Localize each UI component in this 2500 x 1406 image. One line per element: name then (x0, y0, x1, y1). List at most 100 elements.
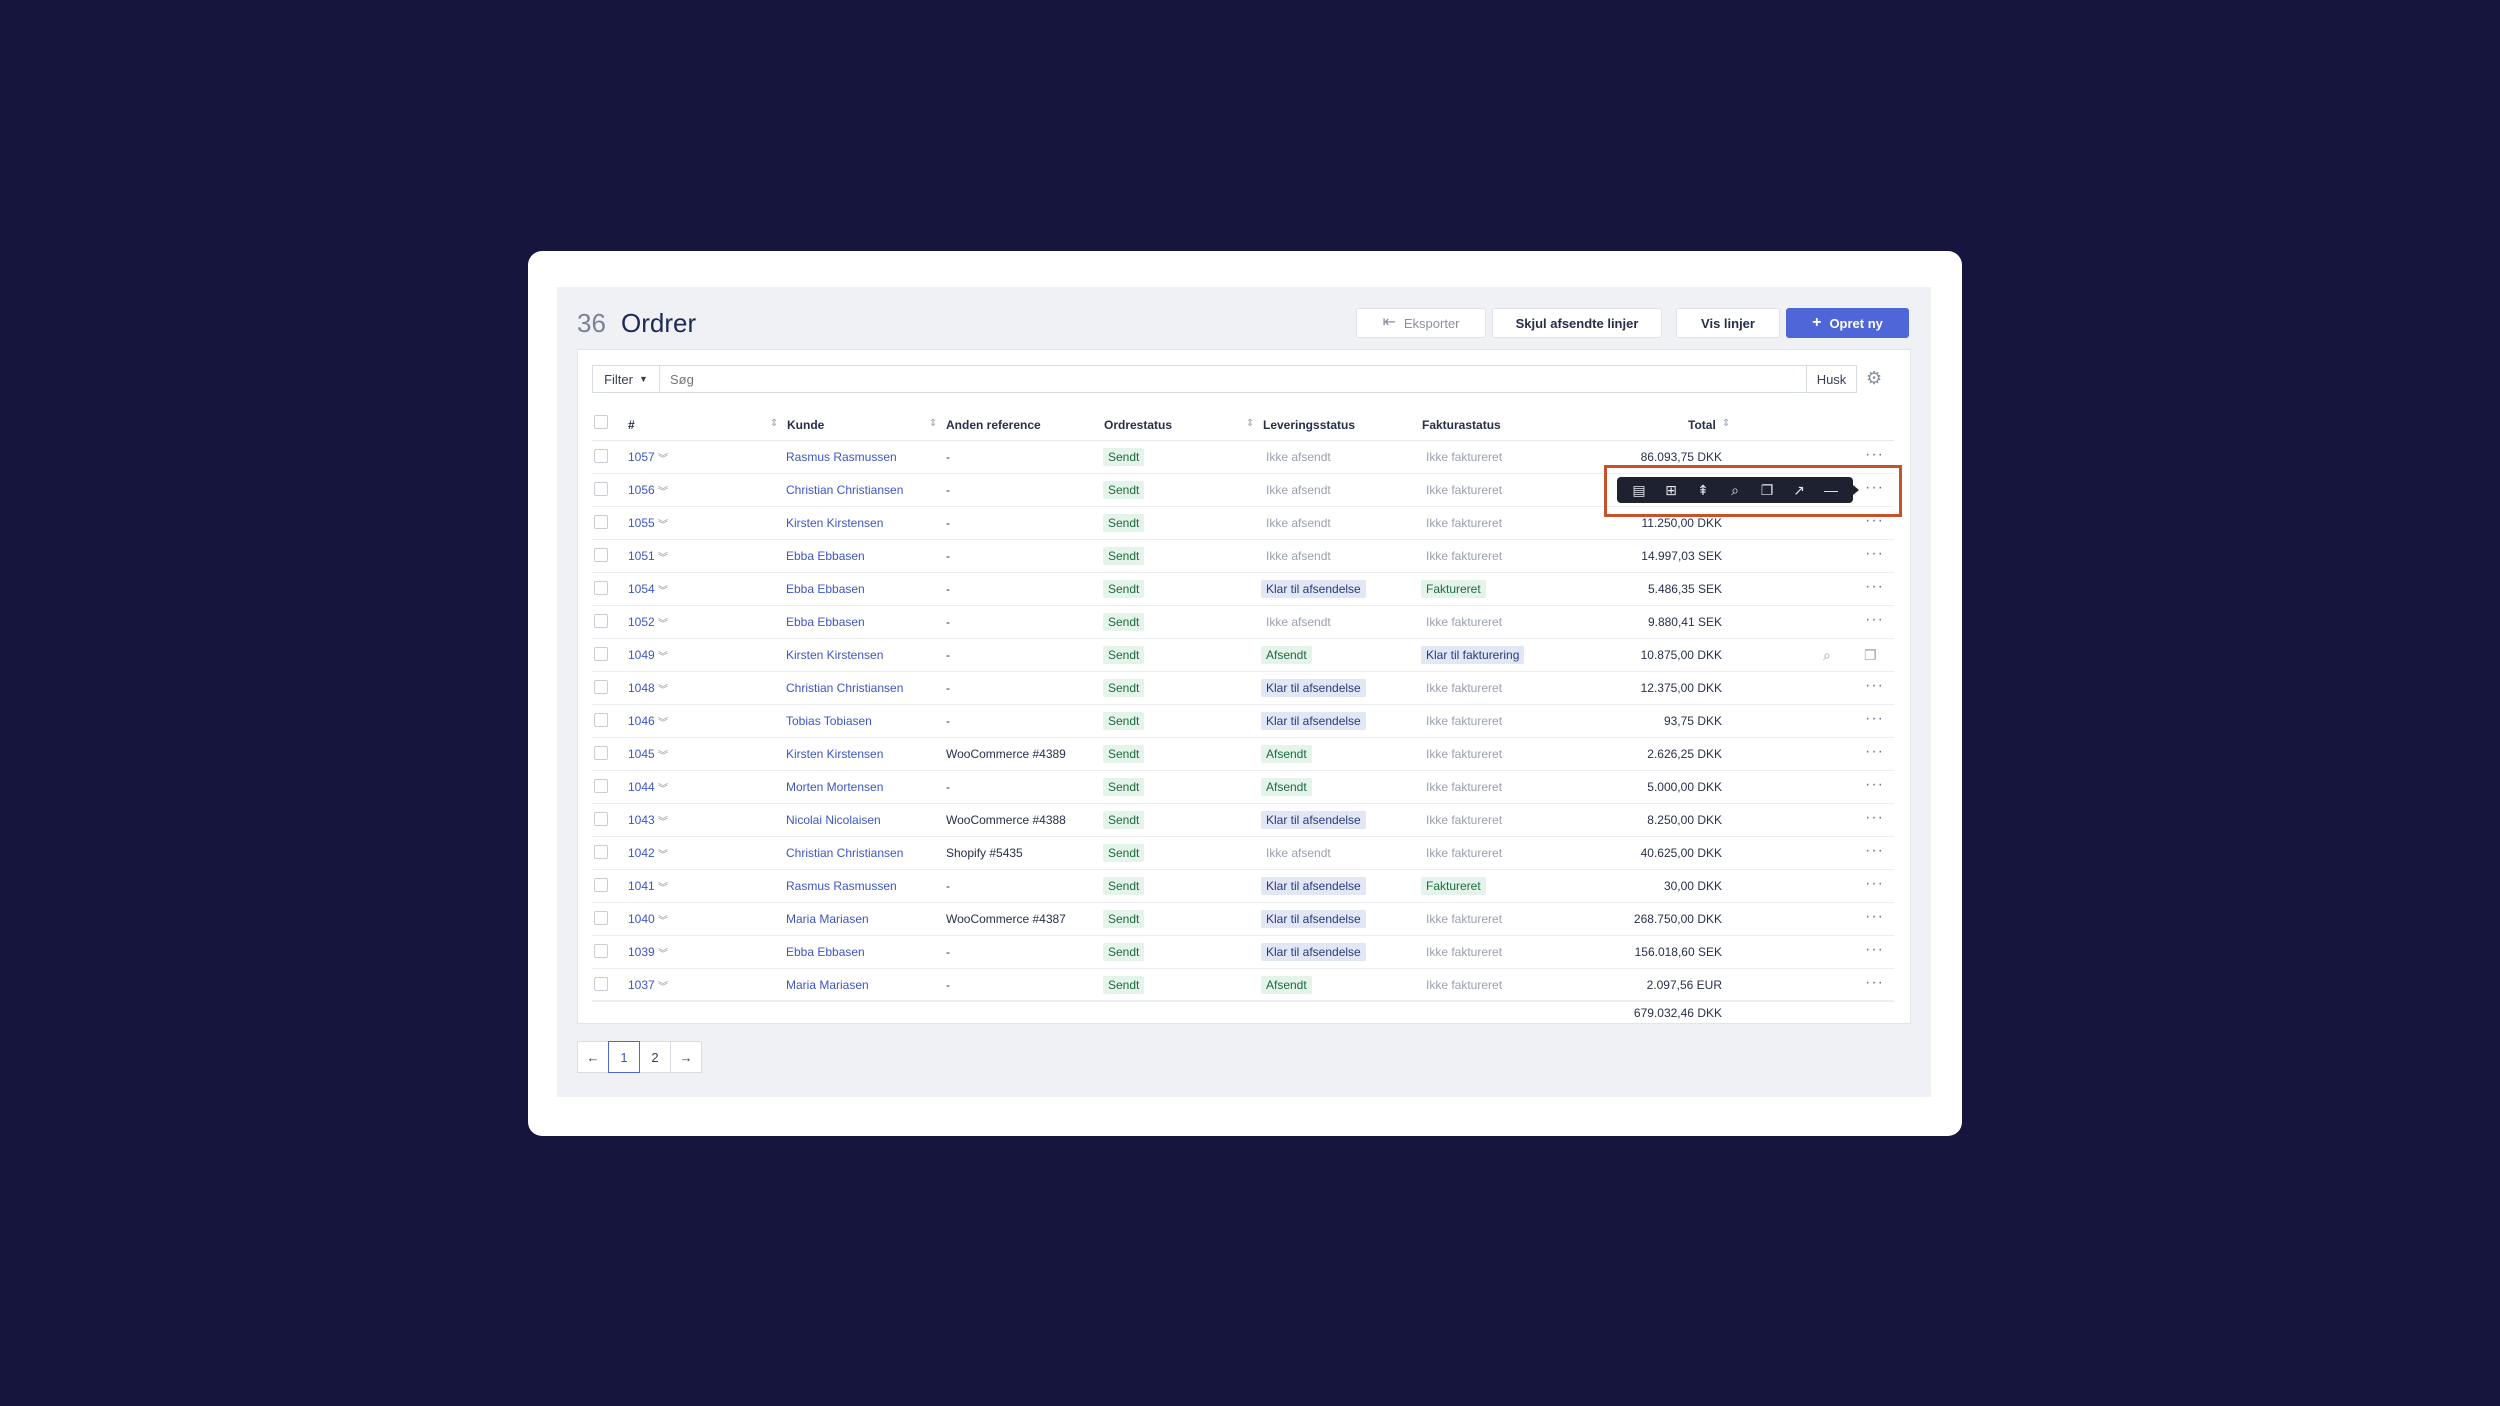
row-checkbox[interactable] (594, 680, 608, 694)
row-checkbox[interactable] (594, 977, 608, 991)
filter-dropdown[interactable]: Filter ▼ (592, 365, 660, 393)
customer-link[interactable]: Tobias Tobiasen (786, 714, 872, 728)
customer-link[interactable]: Ebba Ebbasen (786, 945, 865, 959)
more-options-icon[interactable]: ··· (1865, 578, 1884, 596)
next-page-button[interactable]: → (670, 1041, 702, 1073)
export-button[interactable]: ⇤ Eksporter (1356, 308, 1486, 338)
chevron-double-down-icon[interactable]: ︾ (658, 516, 668, 531)
row-checkbox[interactable] (594, 746, 608, 760)
order-number-link[interactable]: 1054 (628, 582, 655, 596)
more-options-icon[interactable]: ··· (1865, 908, 1884, 926)
more-options-icon[interactable]: ··· (1865, 974, 1884, 992)
table-row[interactable]: 1052 ︾ Ebba Ebbasen - Sendt Ikke afsendt Ikke … (592, 606, 1894, 639)
table-row[interactable]: 1049 ︾ Kirsten Kirstensen - Sendt Afsendt Klar… (592, 639, 1894, 672)
sort-icon[interactable]: ⇕ (1246, 418, 1254, 429)
column-number[interactable]: # (628, 418, 635, 432)
order-number-link[interactable]: 1052 (628, 615, 655, 629)
customer-link[interactable]: Morten Mortensen (786, 780, 883, 794)
more-options-icon[interactable]: ··· (1865, 611, 1884, 629)
create-new-button[interactable]: + Opret ny (1786, 308, 1909, 338)
customer-link[interactable]: Kirsten Kirstensen (786, 648, 883, 662)
chevron-double-down-icon[interactable]: ︾ (658, 483, 668, 498)
row-checkbox[interactable] (594, 845, 608, 859)
row-checkbox[interactable] (594, 482, 608, 496)
order-number-link[interactable]: 1043 (628, 813, 655, 827)
show-lines-button[interactable]: Vis linjer (1676, 308, 1780, 338)
chevron-double-down-icon[interactable]: ︾ (658, 450, 668, 465)
row-checkbox[interactable] (594, 779, 608, 793)
hide-sent-lines-button[interactable]: Skjul afsendte linjer (1492, 308, 1662, 338)
more-options-icon[interactable]: ··· (1865, 941, 1884, 959)
chevron-double-down-icon[interactable]: ︾ (658, 945, 668, 960)
page-2-button[interactable]: 2 (639, 1041, 671, 1073)
table-row[interactable]: 1048 ︾ Christian Christiansen - Sendt Klar ti… (592, 672, 1894, 705)
table-row[interactable]: 1045 ︾ Kirsten Kirstensen WooCommerce #4389… (592, 738, 1894, 771)
table-row[interactable]: 1037 ︾ Maria Mariasen - Sendt Afsendt Ikke fak… (592, 969, 1894, 1002)
row-checkbox[interactable] (594, 449, 608, 463)
gear-icon[interactable]: ⚙ (1866, 369, 1882, 387)
customer-link[interactable]: Ebba Ebbasen (786, 615, 865, 629)
customer-link[interactable]: Christian Christiansen (786, 483, 903, 497)
customer-link[interactable]: Nicolai Nicolaisen (786, 813, 881, 827)
chevron-double-down-icon[interactable]: ︾ (658, 978, 668, 993)
column-delivery-status[interactable]: Leveringsstatus (1263, 418, 1355, 432)
chevron-double-down-icon[interactable]: ︾ (658, 648, 668, 663)
customer-link[interactable]: Christian Christiansen (786, 681, 903, 695)
customer-link[interactable]: Maria Mariasen (786, 978, 869, 992)
customer-link[interactable]: Ebba Ebbasen (786, 582, 865, 596)
customer-link[interactable]: Maria Mariasen (786, 912, 869, 926)
prev-page-button[interactable]: ← (577, 1041, 609, 1073)
table-row[interactable]: 1042 ︾ Christian Christiansen Shopify #5435… (592, 837, 1894, 870)
more-options-icon[interactable]: ··· (1865, 743, 1884, 761)
column-total[interactable]: Total (1688, 418, 1716, 432)
row-checkbox[interactable] (594, 515, 608, 529)
search-doc-icon[interactable]: ⌕ (1823, 647, 1831, 664)
column-reference[interactable]: Anden reference (946, 418, 1041, 432)
order-number-link[interactable]: 1037 (628, 978, 655, 992)
row-checkbox[interactable] (594, 713, 608, 727)
chevron-double-down-icon[interactable]: ︾ (658, 780, 668, 795)
more-options-icon[interactable]: ··· (1865, 809, 1884, 827)
more-options-icon[interactable]: ··· (1865, 446, 1884, 464)
order-number-link[interactable]: 1049 (628, 648, 655, 662)
page-1-button[interactable]: 1 (608, 1041, 640, 1073)
table-row[interactable]: 1051 ︾ Ebba Ebbasen - Sendt Ikke afsendt Ikke … (592, 540, 1894, 573)
chevron-double-down-icon[interactable]: ︾ (658, 714, 668, 729)
row-checkbox[interactable] (594, 878, 608, 892)
customer-link[interactable]: Rasmus Rasmussen (786, 879, 897, 893)
row-checkbox[interactable] (594, 812, 608, 826)
chevron-double-down-icon[interactable]: ︾ (658, 549, 668, 564)
chevron-double-down-icon[interactable]: ︾ (658, 912, 668, 927)
column-invoice-status[interactable]: Fakturastatus (1422, 418, 1501, 432)
order-number-link[interactable]: 1045 (628, 747, 655, 761)
column-customer[interactable]: Kunde (787, 418, 824, 432)
column-order-status[interactable]: Ordrestatus (1104, 418, 1172, 432)
sort-icon[interactable]: ⇕ (929, 418, 937, 429)
row-checkbox[interactable] (594, 647, 608, 661)
more-options-icon[interactable]: ··· (1865, 545, 1884, 563)
order-number-link[interactable]: 1040 (628, 912, 655, 926)
table-row[interactable]: 1040 ︾ Maria Mariasen WooCommerce #4387 Send… (592, 903, 1894, 936)
order-number-link[interactable]: 1051 (628, 549, 655, 563)
customer-link[interactable]: Christian Christiansen (786, 846, 903, 860)
customer-link[interactable]: Kirsten Kirstensen (786, 747, 883, 761)
more-options-icon[interactable]: ··· (1865, 875, 1884, 893)
row-checkbox[interactable] (594, 581, 608, 595)
table-row[interactable]: 1044 ︾ Morten Mortensen - Sendt Afsendt Ikke f… (592, 771, 1894, 804)
more-options-icon[interactable]: ··· (1865, 677, 1884, 695)
table-row[interactable]: 1046 ︾ Tobias Tobiasen - Sendt Klar til afsen… (592, 705, 1894, 738)
table-row[interactable]: 1043 ︾ Nicolai Nicolaisen WooCommerce #4388… (592, 804, 1894, 837)
row-checkbox[interactable] (594, 944, 608, 958)
order-number-link[interactable]: 1057 (628, 450, 655, 464)
customer-link[interactable]: Kirsten Kirstensen (786, 516, 883, 530)
row-checkbox[interactable] (594, 614, 608, 628)
order-number-link[interactable]: 1055 (628, 516, 655, 530)
order-number-link[interactable]: 1048 (628, 681, 655, 695)
order-number-link[interactable]: 1056 (628, 483, 655, 497)
row-checkbox[interactable] (594, 548, 608, 562)
select-all-checkbox[interactable] (594, 415, 608, 429)
sort-icon[interactable]: ⇕ (1722, 418, 1730, 429)
remember-button[interactable]: Husk (1807, 365, 1857, 393)
chevron-double-down-icon[interactable]: ︾ (658, 813, 668, 828)
order-number-link[interactable]: 1044 (628, 780, 655, 794)
